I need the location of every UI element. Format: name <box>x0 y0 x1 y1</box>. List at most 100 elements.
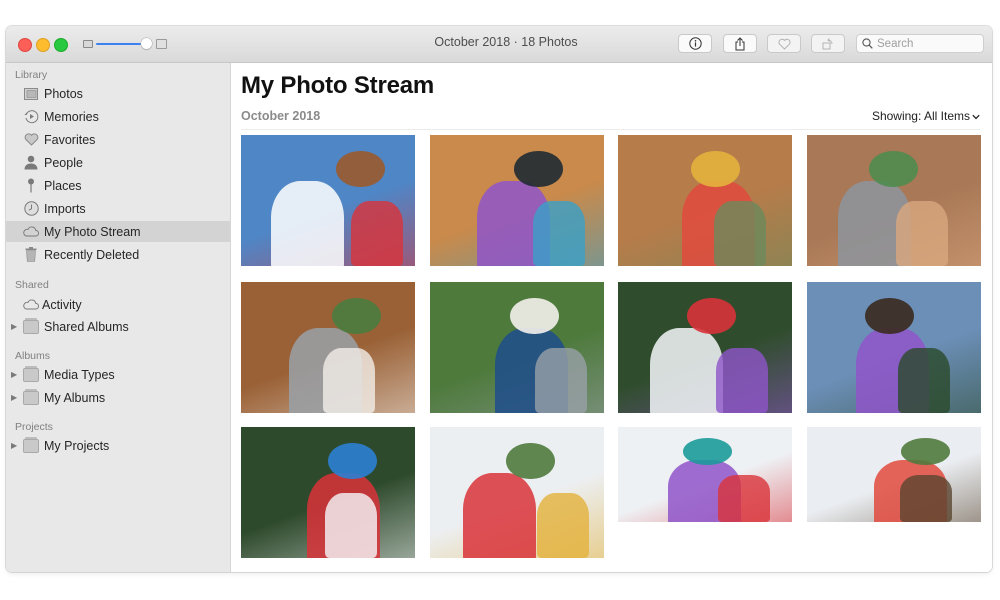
sidebar-item-my-photo-stream[interactable]: My Photo Stream <box>6 221 230 242</box>
sidebar-item-label: My Albums <box>44 390 106 405</box>
photo-detail <box>351 200 404 266</box>
sidebar-item-label: My Photo Stream <box>44 224 141 239</box>
photo-thumbnail[interactable] <box>430 427 604 558</box>
sidebar-item-favorites[interactable]: Favorites <box>6 129 230 150</box>
sidebar-item-label: Media Types <box>44 367 115 382</box>
photo-subject <box>332 297 381 335</box>
photo-thumbnail[interactable] <box>807 135 981 266</box>
photo-detail <box>533 200 586 266</box>
sidebar-item-memories[interactable]: Memories <box>6 106 230 127</box>
memories-icon <box>23 109 39 125</box>
favorite-button[interactable] <box>767 34 801 53</box>
photo-thumbnail[interactable] <box>430 282 604 413</box>
photo-thumbnail[interactable] <box>807 282 981 413</box>
photo-detail <box>323 347 376 413</box>
title-bar: October 2018 · 18 Photos <box>6 26 992 63</box>
photo-subject <box>514 150 563 188</box>
sidebar-item-recently-deleted[interactable]: Recently Deleted <box>6 244 230 265</box>
photo-thumbnail[interactable] <box>241 135 415 266</box>
sidebar-item-shared-albums[interactable]: ▶ Shared Albums <box>6 316 230 337</box>
showing-label: Showing: <box>871 109 924 123</box>
sidebar-item-places[interactable]: Places <box>6 175 230 196</box>
share-button[interactable] <box>723 34 757 53</box>
photo-subject <box>271 180 345 266</box>
photo-thumbnail[interactable] <box>807 427 981 522</box>
sidebar-item-people[interactable]: People <box>6 152 230 173</box>
sidebar-section-shared: Shared <box>15 279 49 291</box>
sidebar-item-label: Imports <box>44 201 86 216</box>
search-icon <box>862 38 873 49</box>
photo-subject <box>869 150 918 188</box>
cloud-icon <box>23 224 39 240</box>
sidebar-item-activity[interactable]: Activity <box>6 294 230 315</box>
sidebar-item-label: My Projects <box>44 438 110 453</box>
rotate-icon <box>822 37 833 49</box>
photo-subject <box>463 472 537 558</box>
thumbnail-size-slider[interactable] <box>96 43 146 45</box>
zoom-in-photo-icon[interactable] <box>156 39 167 49</box>
photo-subject <box>506 442 555 480</box>
photo-detail <box>535 347 588 413</box>
rotate-button[interactable] <box>811 34 845 53</box>
showing-filter-dropdown[interactable]: Showing: All Items <box>872 109 980 123</box>
photo-subject <box>336 150 385 188</box>
photo-subject <box>687 297 736 335</box>
zoom-window-button[interactable] <box>54 38 68 52</box>
folder-icon <box>23 436 39 454</box>
photo-thumbnail[interactable] <box>618 282 792 413</box>
photo-subject <box>865 297 914 335</box>
photo-subject <box>901 438 950 465</box>
sidebar-item-media-types[interactable]: ▶ Media Types <box>6 364 230 385</box>
photo-subject <box>650 327 724 413</box>
heart-icon <box>778 38 790 50</box>
folder-icon <box>23 317 39 335</box>
folder-icon <box>23 365 39 383</box>
sidebar-item-label: Memories <box>44 109 99 124</box>
photo-thumbnail[interactable] <box>618 135 792 266</box>
photo-thumbnail[interactable] <box>618 427 792 522</box>
photo-subject <box>328 442 377 480</box>
sidebar-section-library: Library <box>15 69 48 81</box>
sidebar-item-label: Recently Deleted <box>44 247 140 262</box>
sidebar-item-my-projects[interactable]: ▶ My Projects <box>6 435 230 456</box>
sidebar-item-photos[interactable]: Photos <box>6 83 230 104</box>
photo-thumbnail[interactable] <box>241 427 415 558</box>
photo-detail <box>537 492 590 558</box>
photos-window: October 2018 · 18 Photos Library Photos … <box>6 26 992 572</box>
sidebar: Library Photos Memories Favorites People… <box>6 63 231 572</box>
minimize-window-button[interactable] <box>36 38 50 52</box>
search-field[interactable] <box>856 34 984 53</box>
photos-icon <box>23 86 39 102</box>
zoom-out-photo-icon[interactable] <box>83 40 93 48</box>
sidebar-item-label: People <box>44 155 83 170</box>
thumbnail-size-slider-knob[interactable] <box>141 38 152 49</box>
disclosure-triangle-icon[interactable]: ▶ <box>11 441 17 450</box>
page-title: My Photo Stream <box>241 72 435 99</box>
sidebar-section-albums: Albums <box>15 350 51 362</box>
photo-subject <box>683 438 732 465</box>
photo-detail <box>325 492 378 558</box>
search-input[interactable] <box>873 37 977 50</box>
clock-icon <box>23 201 39 217</box>
cloud-icon <box>23 297 39 313</box>
sidebar-item-label: Activity <box>42 297 82 312</box>
disclosure-triangle-icon[interactable]: ▶ <box>11 322 17 331</box>
sidebar-item-label: Places <box>44 178 82 193</box>
sidebar-item-my-albums[interactable]: ▶ My Albums <box>6 387 230 408</box>
sidebar-item-imports[interactable]: Imports <box>6 198 230 219</box>
disclosure-triangle-icon[interactable]: ▶ <box>11 393 17 402</box>
close-window-button[interactable] <box>18 38 32 52</box>
photo-detail <box>898 347 951 413</box>
photo-thumbnail[interactable] <box>241 282 415 413</box>
info-icon <box>688 37 702 50</box>
info-button[interactable] <box>678 34 712 53</box>
person-icon <box>23 155 39 171</box>
share-icon <box>735 36 745 50</box>
photo-thumbnail[interactable] <box>430 135 604 266</box>
photo-detail <box>896 200 949 266</box>
trash-icon <box>23 247 39 263</box>
photo-detail <box>718 474 771 522</box>
showing-value: All Items <box>923 109 970 123</box>
disclosure-triangle-icon[interactable]: ▶ <box>11 370 17 379</box>
sidebar-item-label: Photos <box>44 86 83 101</box>
